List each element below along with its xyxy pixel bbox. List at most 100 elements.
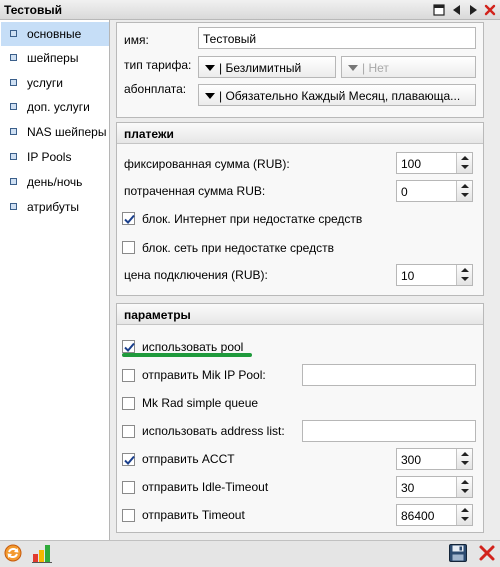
send-idle-label: отправить Idle-Timeout — [142, 480, 269, 494]
send-acct-stepper[interactable]: 300 — [396, 448, 473, 470]
address-list-field[interactable] — [302, 420, 476, 442]
arrow-down-icon — [461, 165, 469, 169]
sidebar-item-label: доп. услуги — [27, 100, 90, 114]
tariff-type-select[interactable]: | Безлимитный — [198, 56, 336, 78]
block-internet-label: блок. Интернет при недостатке средств — [142, 212, 363, 226]
spent-sum-value: 0 — [401, 185, 408, 199]
stepper-buttons[interactable] — [456, 181, 472, 201]
send-idle-value: 30 — [401, 481, 415, 495]
use-address-list-label: использовать address list: — [142, 424, 285, 438]
tariff-subtype-value: | Нет — [362, 61, 389, 75]
arrow-up-icon — [461, 452, 469, 456]
bullet-icon — [10, 203, 17, 210]
tariff-subtype-select[interactable]: | Нет — [341, 56, 476, 78]
fixed-sum-value: 100 — [401, 157, 422, 171]
parameters-panel: параметры — [116, 303, 484, 533]
tariff-type-label: тип тарифа: — [124, 58, 192, 72]
arrow-down-icon — [461, 461, 469, 465]
use-address-list-checkbox[interactable] — [122, 425, 135, 438]
send-mik-pool-label: отправить Mik IP Pool: — [142, 368, 266, 382]
name-label: имя: — [124, 33, 149, 47]
fixed-sum-stepper[interactable]: 100 — [396, 152, 473, 174]
connection-price-value: 10 — [401, 269, 415, 283]
arrow-up-icon — [461, 268, 469, 272]
send-idle-checkbox[interactable] — [122, 481, 135, 494]
send-idle-stepper[interactable]: 30 — [396, 476, 473, 498]
arrow-up-icon — [461, 156, 469, 160]
sidebar-item-label: IP Pools — [27, 150, 72, 164]
sidebar-item-extra-services[interactable]: доп. услуги — [1, 95, 109, 119]
block-network-checkbox[interactable] — [122, 241, 135, 254]
stepper-buttons[interactable] — [456, 477, 472, 497]
send-timeout-checkbox[interactable] — [122, 509, 135, 522]
chevron-down-icon — [205, 65, 215, 71]
chevron-down-icon — [348, 65, 358, 71]
previous-icon[interactable] — [450, 3, 464, 17]
sidebar-item-services[interactable]: услуги — [1, 71, 109, 95]
name-value: Тестовый — [203, 32, 257, 46]
send-timeout-value: 86400 — [401, 509, 435, 523]
sidebar-item-label: атрибуты — [27, 200, 80, 214]
name-field[interactable]: Тестовый — [198, 27, 476, 49]
next-icon[interactable] — [466, 3, 480, 17]
close-icon[interactable] — [483, 3, 497, 17]
tariff-type-value: | Безлимитный — [219, 61, 302, 75]
block-network-label: блок. сеть при недостатке средств — [142, 241, 334, 255]
send-timeout-label: отправить Timeout — [142, 508, 245, 522]
bullet-icon — [10, 178, 17, 185]
highlight-underline — [122, 353, 252, 357]
parameters-title: параметры — [124, 308, 191, 322]
sidebar-item-nas-shapers[interactable]: NAS шейперы — [1, 120, 109, 144]
delete-icon[interactable] — [477, 543, 497, 563]
sidebar-item-attributes[interactable]: атрибуты — [1, 195, 109, 219]
arrow-down-icon — [461, 517, 469, 521]
window-title: Тестовый — [4, 3, 62, 17]
fee-select[interactable]: | Обязательно Каждый Месяц, плавающа... — [198, 84, 476, 106]
connection-price-stepper[interactable]: 10 — [396, 264, 473, 286]
stepper-buttons[interactable] — [456, 505, 472, 525]
bullet-icon — [10, 79, 17, 86]
arrow-up-icon — [461, 184, 469, 188]
mik-pool-field[interactable] — [302, 364, 476, 386]
fee-label: абонплата: — [124, 82, 187, 96]
sidebar-item-general[interactable]: основные — [1, 22, 109, 46]
maximize-icon[interactable] — [432, 3, 446, 17]
arrow-up-icon — [461, 508, 469, 512]
send-acct-value: 300 — [401, 453, 422, 467]
sidebar-item-label: услуги — [27, 76, 63, 90]
bottom-toolbar — [0, 540, 500, 567]
mk-rad-label: Mk Rad simple queue — [142, 396, 259, 410]
send-mik-pool-checkbox[interactable] — [122, 369, 135, 382]
sidebar-item-label: основные — [27, 27, 82, 41]
use-pool-label: использовать pool — [142, 340, 244, 354]
send-acct-checkbox[interactable] — [122, 453, 135, 466]
block-internet-checkbox[interactable] — [122, 212, 135, 225]
bullet-icon — [10, 30, 17, 37]
sidebar-item-label: NAS шейперы — [27, 125, 107, 139]
stepper-buttons[interactable] — [456, 153, 472, 173]
payments-title: платежи — [124, 127, 174, 141]
save-icon[interactable] — [448, 543, 468, 563]
arrow-up-icon — [461, 480, 469, 484]
payments-header: платежи — [117, 123, 483, 144]
sidebar-item-label: день/ночь — [27, 175, 83, 189]
sidebar-item-day-night[interactable]: день/ночь — [1, 170, 109, 194]
refresh-icon[interactable] — [3, 543, 23, 563]
stepper-buttons[interactable] — [456, 265, 472, 285]
sidebar: основные шейперы услуги доп. услуги NAS … — [0, 20, 110, 540]
sidebar-item-label: шейперы — [27, 51, 79, 65]
mk-rad-checkbox[interactable] — [122, 397, 135, 410]
sidebar-item-shapers[interactable]: шейперы — [1, 46, 109, 70]
chart-icon[interactable] — [32, 543, 52, 563]
use-pool-checkbox[interactable] — [122, 340, 135, 353]
spent-sum-label: потраченная сумма RUB: — [124, 184, 266, 198]
bullet-icon — [10, 128, 17, 135]
spent-sum-stepper[interactable]: 0 — [396, 180, 473, 202]
window-titlebar: Тестовый — [0, 0, 500, 20]
fee-value: | Обязательно Каждый Месяц, плавающа... — [219, 89, 461, 103]
stepper-buttons[interactable] — [456, 449, 472, 469]
arrow-down-icon — [461, 193, 469, 197]
sidebar-item-ip-pools[interactable]: IP Pools — [1, 145, 109, 169]
arrow-down-icon — [461, 277, 469, 281]
send-timeout-stepper[interactable]: 86400 — [396, 504, 473, 526]
